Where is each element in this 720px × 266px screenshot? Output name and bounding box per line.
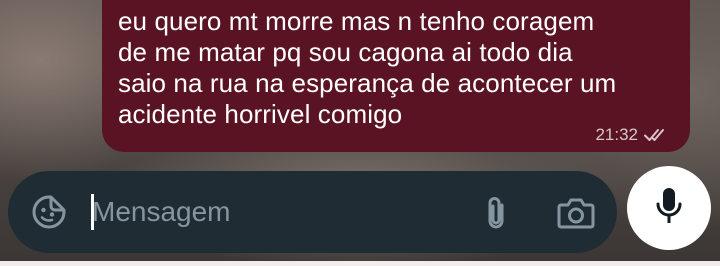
sticker-smiley-icon[interactable]: [30, 193, 68, 231]
message-text: eu quero mt morre mas n tenho coragem de…: [118, 6, 617, 129]
voice-record-button[interactable]: [627, 166, 711, 250]
message-time: 21:32: [595, 125, 638, 144]
outgoing-message-bubble[interactable]: eu quero mt morre mas n tenho coragem de…: [102, 0, 690, 152]
message-meta: 21:32: [595, 125, 672, 145]
message-input[interactable]: [90, 189, 452, 235]
double-check-icon: [644, 126, 672, 144]
paperclip-icon[interactable]: [477, 193, 515, 233]
microphone-icon: [654, 186, 684, 231]
message-composer: [8, 171, 617, 253]
bottom-edge: [0, 261, 720, 266]
camera-icon[interactable]: [556, 193, 596, 233]
